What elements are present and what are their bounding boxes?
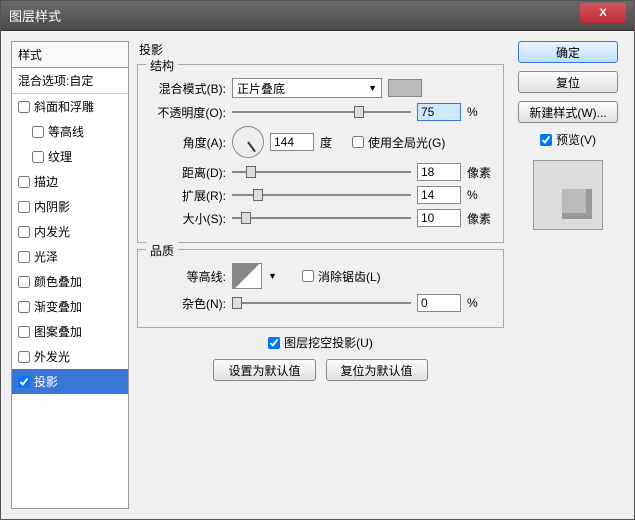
style-item-checkbox[interactable] [18, 176, 30, 188]
layer-style-dialog: 图层样式 X 样式 混合选项:自定 斜面和浮雕等高线纹理描边内阴影内发光光泽颜色… [0, 0, 635, 520]
style-item-内阴影[interactable]: 内阴影 [12, 194, 128, 219]
noise-label: 杂色(N): [148, 295, 226, 312]
close-button[interactable]: X [580, 3, 626, 23]
spread-unit: % [467, 188, 493, 202]
spread-input[interactable] [417, 186, 461, 204]
style-item-光泽[interactable]: 光泽 [12, 244, 128, 269]
knockout-checkbox[interactable]: 图层挖空投影(U) [137, 334, 504, 351]
blend-options-row[interactable]: 混合选项:自定 [12, 68, 128, 94]
style-item-描边[interactable]: 描边 [12, 169, 128, 194]
angle-input[interactable] [270, 133, 314, 151]
noise-input[interactable] [417, 294, 461, 312]
style-item-checkbox[interactable] [32, 126, 44, 138]
distance-slider[interactable] [232, 165, 411, 179]
style-item-checkbox[interactable] [18, 351, 30, 363]
contour-label: 等高线: [148, 268, 226, 285]
styles-header: 样式 [12, 42, 128, 68]
side-panel: 确定 复位 新建样式(W)... 预览(V) [512, 41, 624, 509]
size-slider[interactable] [232, 211, 411, 225]
style-item-checkbox[interactable] [18, 376, 30, 388]
style-item-纹理[interactable]: 纹理 [12, 144, 128, 169]
style-item-斜面和浮雕[interactable]: 斜面和浮雕 [12, 94, 128, 119]
titlebar: 图层样式 X [1, 1, 634, 31]
new-style-button[interactable]: 新建样式(W)... [518, 101, 618, 123]
style-item-渐变叠加[interactable]: 渐变叠加 [12, 294, 128, 319]
style-item-label: 内发光 [34, 223, 70, 240]
size-unit: 像素 [467, 210, 493, 227]
style-item-label: 等高线 [48, 123, 84, 140]
opacity-slider[interactable] [232, 105, 411, 119]
blend-mode-label: 混合模式(B): [148, 80, 226, 97]
style-item-label: 投影 [34, 373, 58, 390]
quality-legend: 品质 [146, 242, 178, 259]
global-light-checkbox[interactable]: 使用全局光(G) [352, 134, 445, 151]
shadow-color-swatch[interactable] [388, 79, 422, 97]
opacity-input[interactable] [417, 103, 461, 121]
style-item-label: 颜色叠加 [34, 273, 82, 290]
preview-checkbox[interactable]: 预览(V) [518, 131, 618, 148]
style-item-checkbox[interactable] [18, 326, 30, 338]
angle-unit: 度 [320, 134, 346, 151]
opacity-label: 不透明度(O): [148, 104, 226, 121]
main-panel: 投影 结构 混合模式(B): 正片叠底 不透明度(O): % 角度(A): [129, 41, 512, 509]
structure-group: 结构 混合模式(B): 正片叠底 不透明度(O): % 角度(A): 度 [137, 64, 504, 243]
distance-label: 距离(D): [148, 164, 226, 181]
angle-dial[interactable] [232, 126, 264, 158]
style-item-checkbox[interactable] [32, 151, 44, 163]
style-item-checkbox[interactable] [18, 276, 30, 288]
reset-default-button[interactable]: 复位为默认值 [326, 359, 428, 381]
distance-unit: 像素 [467, 164, 493, 181]
contour-picker[interactable] [232, 263, 262, 289]
blend-mode-combo[interactable]: 正片叠底 [232, 78, 382, 98]
window-title: 图层样式 [9, 6, 61, 25]
style-item-checkbox[interactable] [18, 251, 30, 263]
style-item-内发光[interactable]: 内发光 [12, 219, 128, 244]
section-title: 投影 [139, 41, 504, 58]
style-item-label: 斜面和浮雕 [34, 98, 94, 115]
style-item-checkbox[interactable] [18, 301, 30, 313]
style-item-checkbox[interactable] [18, 226, 30, 238]
style-item-label: 纹理 [48, 148, 72, 165]
size-label: 大小(S): [148, 210, 226, 227]
make-default-button[interactable]: 设置为默认值 [213, 359, 315, 381]
angle-label: 角度(A): [148, 134, 226, 151]
style-item-label: 内阴影 [34, 198, 70, 215]
distance-input[interactable] [417, 163, 461, 181]
spread-label: 扩展(R): [148, 187, 226, 204]
quality-group: 品质 等高线: ▼ 消除锯齿(L) 杂色(N): % [137, 249, 504, 328]
close-icon: X [599, 7, 606, 19]
antialias-checkbox[interactable]: 消除锯齿(L) [302, 268, 381, 285]
styles-panel: 样式 混合选项:自定 斜面和浮雕等高线纹理描边内阴影内发光光泽颜色叠加渐变叠加图… [11, 41, 129, 509]
structure-legend: 结构 [146, 57, 178, 74]
chevron-down-icon[interactable]: ▼ [268, 271, 280, 281]
style-item-label: 外发光 [34, 348, 70, 365]
preview-thumbnail [533, 160, 603, 230]
style-item-颜色叠加[interactable]: 颜色叠加 [12, 269, 128, 294]
style-item-label: 描边 [34, 173, 58, 190]
opacity-unit: % [467, 105, 493, 119]
ok-button[interactable]: 确定 [518, 41, 618, 63]
style-item-label: 光泽 [34, 248, 58, 265]
noise-slider[interactable] [232, 296, 411, 310]
style-item-checkbox[interactable] [18, 101, 30, 113]
style-item-外发光[interactable]: 外发光 [12, 344, 128, 369]
style-item-label: 渐变叠加 [34, 298, 82, 315]
spread-slider[interactable] [232, 188, 411, 202]
noise-unit: % [467, 296, 493, 310]
style-item-投影[interactable]: 投影 [12, 369, 128, 394]
style-item-checkbox[interactable] [18, 201, 30, 213]
style-item-等高线[interactable]: 等高线 [12, 119, 128, 144]
style-item-图案叠加[interactable]: 图案叠加 [12, 319, 128, 344]
size-input[interactable] [417, 209, 461, 227]
cancel-button[interactable]: 复位 [518, 71, 618, 93]
style-item-label: 图案叠加 [34, 323, 82, 340]
